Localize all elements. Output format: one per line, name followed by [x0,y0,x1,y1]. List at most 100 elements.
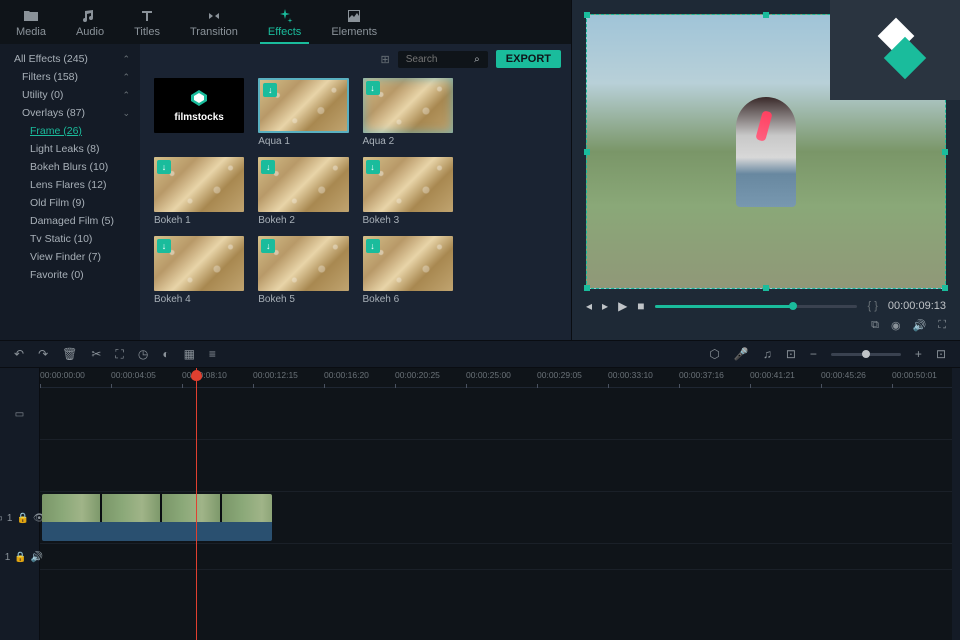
effect-thumb [467,157,557,226]
split-button[interactable]: ✂ [91,347,101,361]
snapshot-icon[interactable]: ⧉ [871,319,879,332]
sidebar-item[interactable]: Overlays (87)⌄ [0,104,140,122]
effect-thumb[interactable]: ↓Aqua 1 [258,78,348,147]
lock-icon[interactable]: 🔒 [16,513,28,524]
sidebar-item-label: Lens Flares (12) [30,179,106,191]
ruler-tick: 00:00:20:25 [395,370,440,380]
sidebar-item[interactable]: Utility (0)⌃ [0,86,140,104]
audio-track[interactable] [40,544,952,570]
search-box[interactable]: ⌕ [398,51,488,68]
effect-thumb[interactable]: ↓Aqua 2 [363,78,453,147]
search-input[interactable] [406,54,474,65]
tab-media[interactable]: Media [8,4,54,44]
ruler-tick: 00:00:37:16 [679,370,724,380]
sidebar-item[interactable]: Bokeh Blurs (10) [0,158,140,176]
video-track[interactable] [40,492,952,544]
volume-icon[interactable]: 🔊 [913,319,927,332]
undo-button[interactable]: ↶ [14,347,24,361]
play-button[interactable]: ▶ [618,299,627,313]
download-icon: ↓ [366,160,380,174]
timeline-track[interactable] [40,388,952,440]
music-icon [82,8,98,24]
next-frame-button[interactable]: ▸ [602,299,608,313]
thumb-label: Bokeh 2 [258,215,348,226]
lock-icon[interactable]: 🔒 [14,552,26,563]
marker-button[interactable]: ⬡ [709,347,719,361]
greenscreen-button[interactable]: ▦ [184,347,195,361]
export-button[interactable]: EXPORT [496,50,561,68]
sidebar-item[interactable]: Light Leaks (8) [0,140,140,158]
zoom-fit-button[interactable]: ⊡ [936,347,946,361]
search-icon: ⌕ [474,54,480,65]
resize-handle[interactable] [584,285,590,291]
sidebar-item-label: View Finder (7) [30,251,101,263]
resize-handle[interactable] [584,149,590,155]
chevron-down-icon: ⌄ [122,108,130,119]
resize-handle[interactable] [763,12,769,18]
sidebar-item-label: All Effects (245) [14,53,88,65]
stop-button[interactable]: ■ [637,299,644,313]
ruler-tick: 00:00:33:10 [608,370,653,380]
sidebar-item[interactable]: Filters (158)⌃ [0,68,140,86]
effect-thumb[interactable]: ↓ Bokeh 2 [258,157,348,226]
effect-thumb[interactable]: ↓Bokeh 6 [363,236,453,305]
sidebar-item[interactable]: Lens Flares (12) [0,176,140,194]
zoom-slider[interactable] [831,353,901,356]
camera-icon[interactable]: ◉ [891,319,901,332]
ruler-tick: 00:00:41:21 [750,370,795,380]
effect-thumb[interactable]: ↓Bokeh 3 [363,157,453,226]
resize-handle[interactable] [763,285,769,291]
effect-thumb[interactable]: filmstocks [154,78,244,147]
playhead[interactable] [196,368,197,640]
zoom-out-button[interactable]: − [810,347,817,361]
sidebar-item[interactable]: Damaged Film (5) [0,212,140,230]
resize-handle[interactable] [584,12,590,18]
effect-thumb [467,236,557,305]
effect-thumb[interactable]: ↓Bokeh 1 [154,157,244,226]
tab-effects[interactable]: Effects [260,4,309,44]
tab-label: Elements [331,26,377,38]
download-icon: ↓ [261,160,275,174]
timeline-ruler[interactable]: 00:00:00:0000:00:04:0500:00:08:1000:00:1… [40,368,952,388]
range-brackets[interactable]: { } [867,300,877,312]
resize-handle[interactable] [942,285,948,291]
tab-titles[interactable]: Titles [126,4,168,44]
effect-thumb[interactable]: ↓Bokeh 5 [258,236,348,305]
video-clip[interactable] [42,494,272,541]
swap-icon [206,8,222,24]
speed-button[interactable]: ◷ [138,347,148,361]
tab-transition[interactable]: Transition [182,4,246,44]
download-icon: ↓ [157,160,171,174]
sidebar-item[interactable]: View Finder (7) [0,248,140,266]
thumb-icon[interactable]: ▭ [15,409,24,420]
render-button[interactable]: ⊡ [786,347,796,361]
adjust-button[interactable]: ≡ [209,347,216,361]
prev-frame-button[interactable]: ◂ [586,299,592,313]
download-icon: ↓ [366,81,380,95]
vertical-scrollbar[interactable] [952,368,960,640]
sidebar-item-label: Tv Static (10) [30,233,92,245]
zoom-in-button[interactable]: + [915,347,922,361]
color-button[interactable]: ◐ [162,347,169,361]
sidebar-item[interactable]: Frame (26) [0,122,140,140]
mixer-button[interactable]: ♫ [763,347,772,361]
effects-sidebar: All Effects (245)⌃Filters (158)⌃Utility … [0,44,140,340]
ruler-tick: 00:00:45:26 [821,370,866,380]
voiceover-button[interactable]: 🎤 [734,347,749,361]
tab-elements[interactable]: Elements [323,4,385,44]
fullscreen-icon[interactable]: ⛶ [938,319,946,332]
timeline-track[interactable] [40,440,952,492]
sidebar-item[interactable]: All Effects (245)⌃ [0,50,140,68]
sidebar-item[interactable]: Tv Static (10) [0,230,140,248]
sidebar-item[interactable]: Old Film (9) [0,194,140,212]
effect-thumb[interactable]: ↓Bokeh 4 [154,236,244,305]
resize-handle[interactable] [942,149,948,155]
folder-icon [23,8,39,24]
sidebar-item[interactable]: Favorite (0) [0,266,140,284]
tab-audio[interactable]: Audio [68,4,112,44]
progress-bar[interactable] [655,305,858,308]
redo-button[interactable]: ↷ [38,347,48,361]
delete-button[interactable]: 🗑 [62,347,77,361]
grid-view-icon[interactable]: ⊞ [381,53,390,66]
crop-button[interactable]: ⛶ [115,347,123,362]
